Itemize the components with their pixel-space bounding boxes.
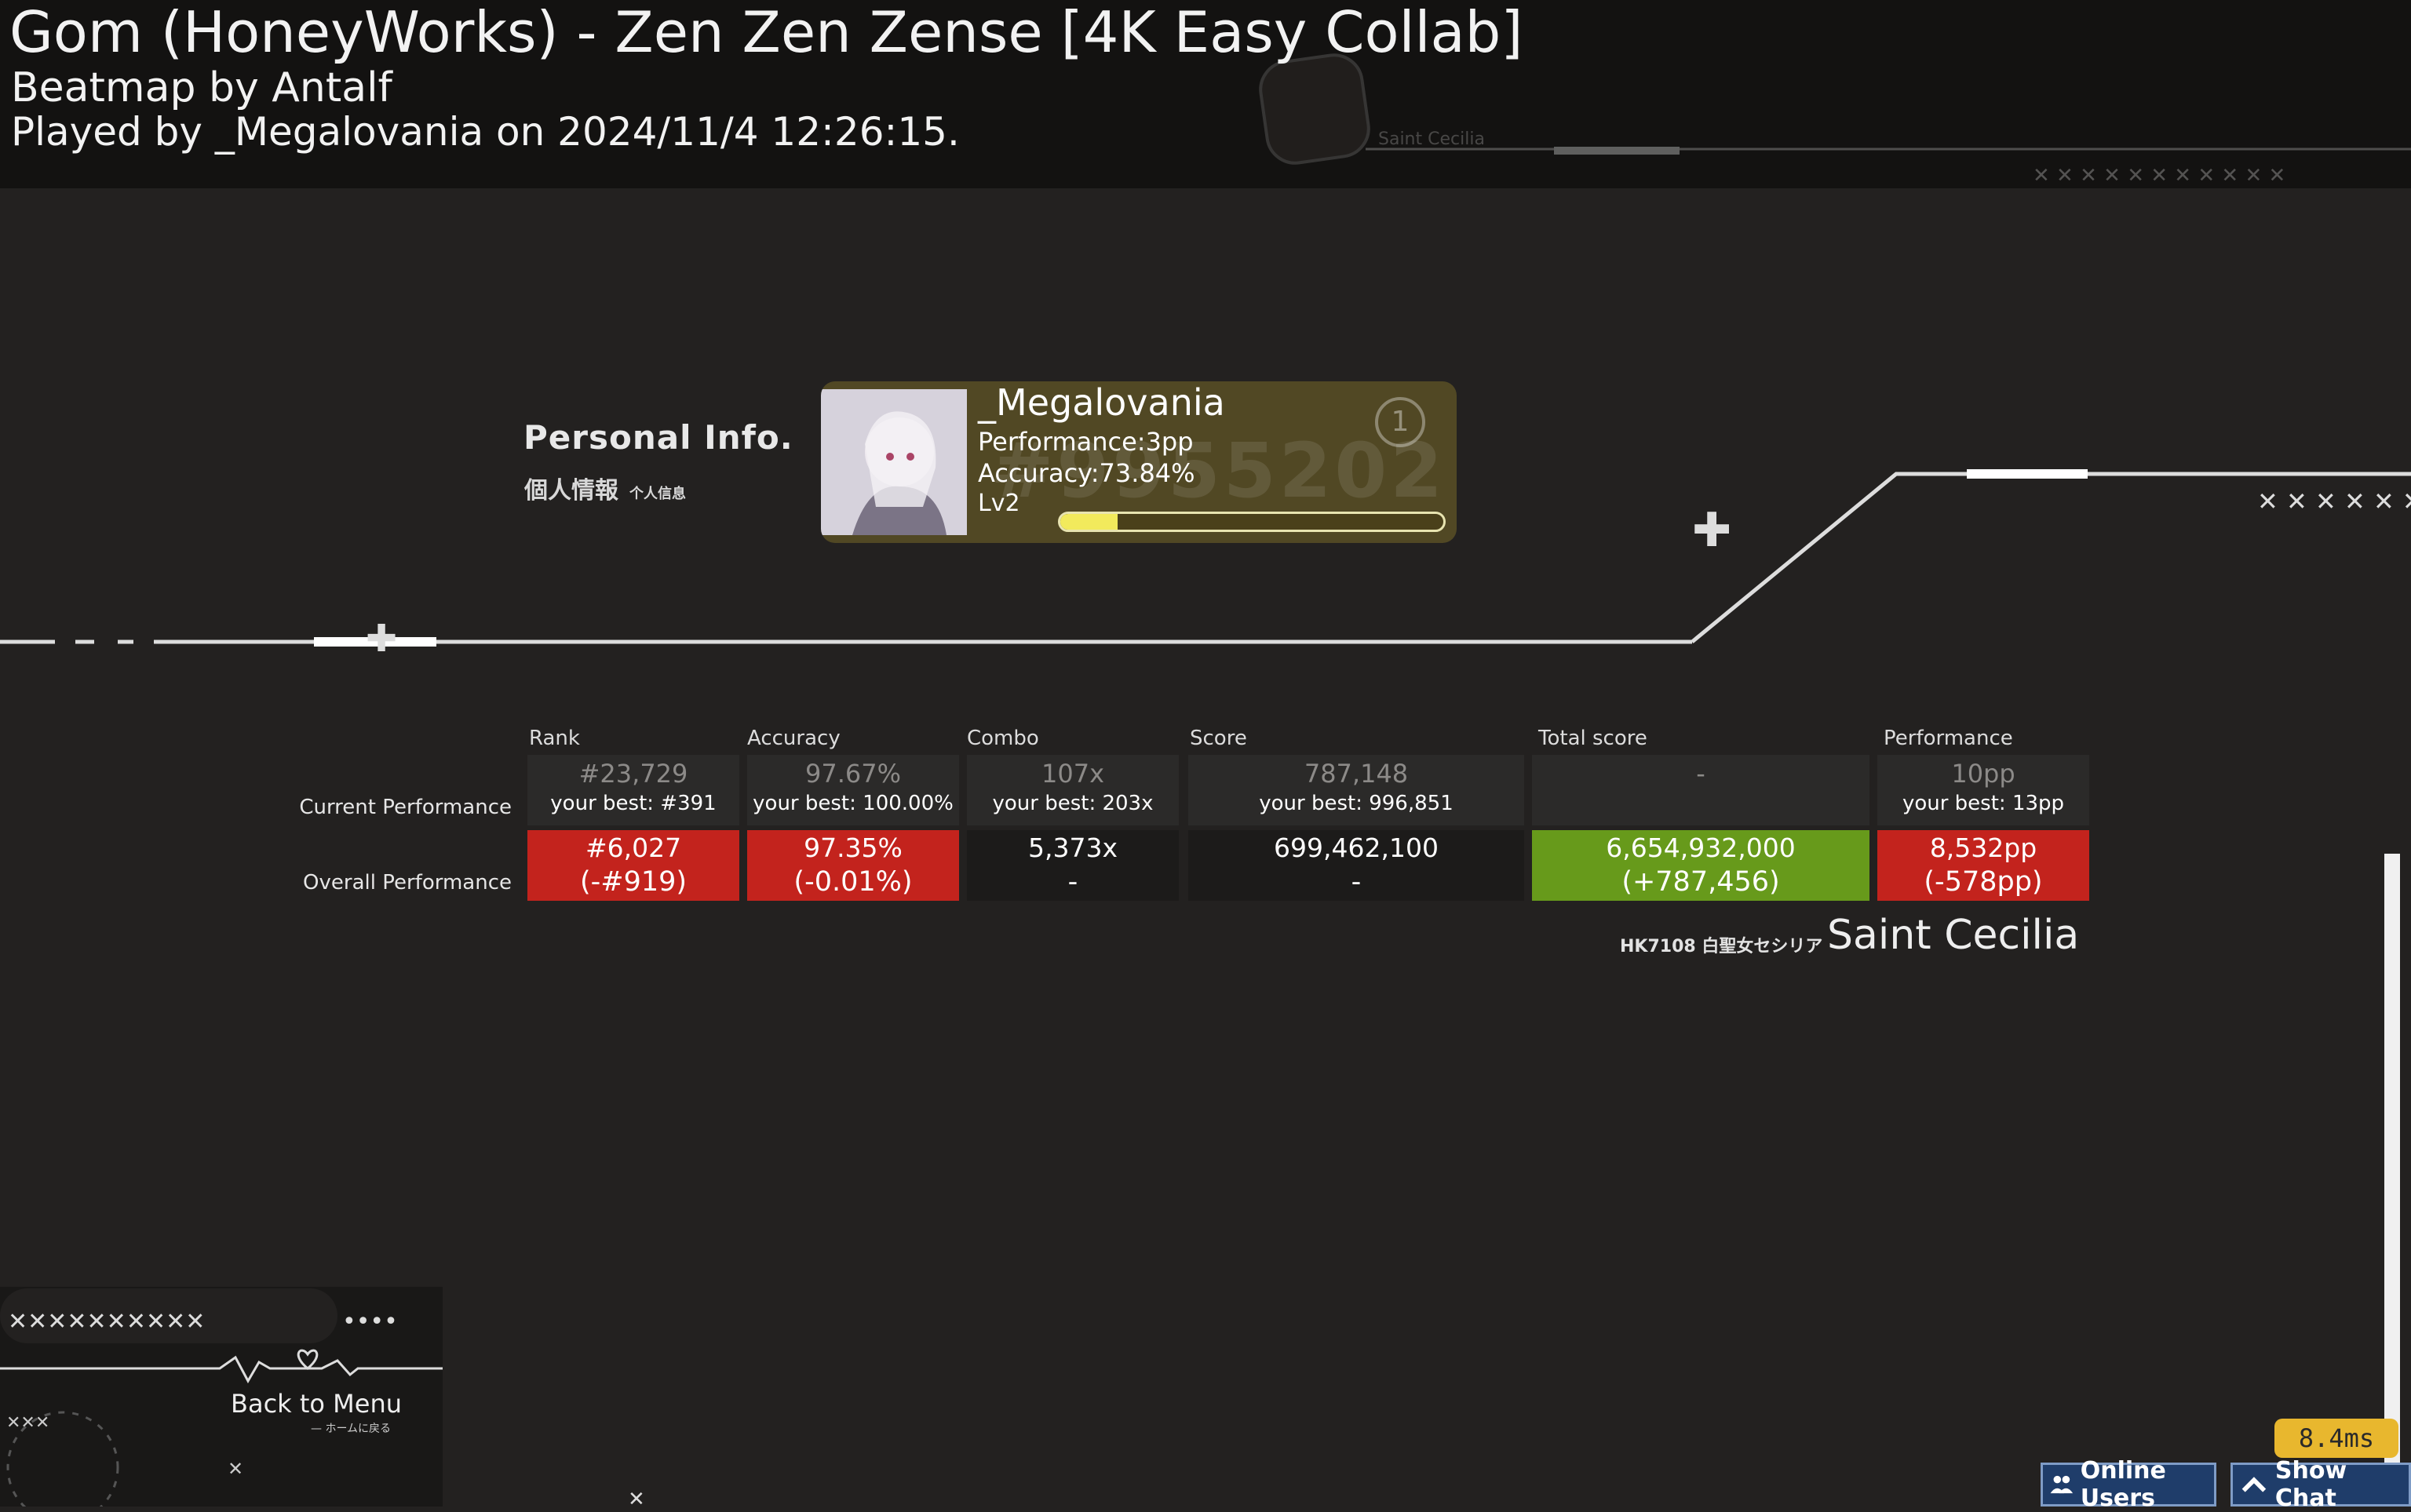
users-icon bbox=[2050, 1475, 2074, 1494]
svg-text:✕ ✕ ✕ ✕ ✕ ✕: ✕ ✕ ✕ ✕ ✕ ✕ bbox=[2257, 486, 2411, 516]
heart-icon bbox=[297, 1349, 319, 1370]
decor-cross: ✕ bbox=[628, 1488, 645, 1511]
show-chat-button[interactable]: Show Chat bbox=[2230, 1457, 2411, 1512]
accuracy-overall: 97.35% bbox=[804, 833, 903, 863]
rank-overall-cell: #6,027 (-#919) bbox=[527, 830, 739, 901]
rank-overall: #6,027 bbox=[585, 833, 682, 863]
accuracy-overall-cell: 97.35% (-0.01%) bbox=[747, 830, 959, 901]
level-progress-fill bbox=[1060, 514, 1118, 530]
rank-delta: (-#919) bbox=[579, 866, 688, 898]
score-overall-cell: 699,462,100 - bbox=[1188, 830, 1524, 901]
score-current: 787,148 bbox=[1304, 759, 1409, 789]
avatar[interactable] bbox=[821, 389, 967, 535]
performance-overall: 8,532pp bbox=[1929, 833, 2037, 863]
level-progress-bar bbox=[1058, 512, 1446, 532]
personal-info-subtitle-small: 个人信息 bbox=[629, 486, 686, 502]
combo-current: 107x bbox=[1041, 759, 1104, 789]
show-chat-label: Show Chat bbox=[2274, 1457, 2347, 1512]
score-current-cell: 787,148 your best: 996,851 bbox=[1188, 755, 1524, 825]
personal-info-subtitle: 個人情報 个人信息 bbox=[524, 471, 686, 505]
total-score-current-cell: - bbox=[1532, 755, 1869, 825]
header-bar: ✕ ✕ ✕ ✕ ✕ ✕ ✕ ✕ ✕ ✕ ✕ Saint Cecilia Gom … bbox=[0, 0, 2411, 188]
combo-overall-cell: 5,373x - bbox=[967, 830, 1179, 901]
col-header-score: Score bbox=[1190, 727, 1247, 750]
svg-text:••••: •••• bbox=[342, 1308, 398, 1335]
user-performance: Performance:3pp bbox=[978, 427, 1194, 457]
online-users-button[interactable]: Online Users bbox=[2041, 1457, 2216, 1512]
personal-info-title: Personal Info. bbox=[523, 418, 793, 457]
combo-delta: - bbox=[1067, 866, 1078, 898]
play-info: Played by _Megalovania on 2024/11/4 12:2… bbox=[11, 109, 960, 155]
plus-icon: ✚ bbox=[1692, 503, 1731, 558]
online-users-label: Online Users bbox=[2080, 1457, 2166, 1512]
col-header-combo: Combo bbox=[967, 727, 1039, 750]
performance-delta: (-578pp) bbox=[1924, 866, 2043, 898]
user-card[interactable]: #9955202 _Megalovania Performance:3pp Ac… bbox=[821, 381, 1457, 543]
svg-text:✕✕✕: ✕✕✕ bbox=[6, 1413, 49, 1433]
col-header-performance: Performance bbox=[1884, 727, 2013, 750]
score-overall: 699,462,100 bbox=[1274, 833, 1439, 863]
accuracy-current: 97.67% bbox=[804, 759, 901, 789]
sponsor-small-text: HK7108 白聖女セシリア bbox=[1620, 937, 1823, 956]
latency-badge: 8.4ms bbox=[2274, 1419, 2398, 1458]
personal-info-subtitle-jp: 個人情報 bbox=[524, 477, 618, 505]
beatmap-title: Gom (HoneyWorks) - Zen Zen Zense [4K Eas… bbox=[9, 0, 1523, 65]
total-score-overall: 6,654,932,000 bbox=[1606, 833, 1796, 863]
score-delta: - bbox=[1351, 866, 1362, 898]
svg-text:✕: ✕ bbox=[228, 1458, 243, 1480]
score-best: your best: 996,851 bbox=[1259, 792, 1454, 815]
sponsor-logo-text: Saint Cecilia bbox=[1827, 912, 2080, 959]
overall-performance-label: Overall Performance bbox=[303, 871, 512, 894]
chevron-up-icon bbox=[2241, 1477, 2267, 1492]
beatmap-mapper: Beatmap by Antalf bbox=[11, 64, 392, 111]
performance-current: 10pp bbox=[1951, 759, 2015, 789]
svg-text:✚: ✚ bbox=[366, 617, 397, 661]
col-header-rank: Rank bbox=[529, 727, 580, 750]
back-to-menu-panel[interactable]: ✕✕✕✕✕✕✕✕✕✕ •••• ✕✕✕ ✕ Back to Menu — ホーム… bbox=[0, 1287, 443, 1507]
total-score-overall-cell: 6,654,932,000 (+787,456) bbox=[1532, 830, 1869, 901]
performance-current-cell: 10pp your best: 13pp bbox=[1877, 755, 2089, 825]
svg-text:✕✕✕✕✕✕✕✕✕✕: ✕✕✕✕✕✕✕✕✕✕ bbox=[8, 1308, 205, 1335]
header-bg-tag: Saint Cecilia bbox=[1378, 129, 1485, 149]
current-performance-label: Current Performance bbox=[299, 796, 512, 819]
scrollbar[interactable] bbox=[2384, 854, 2400, 1507]
total-score-current: - bbox=[1696, 759, 1705, 789]
svg-text:✕ ✕ ✕ ✕ ✕ ✕ ✕ ✕ ✕ ✕ ✕: ✕ ✕ ✕ ✕ ✕ ✕ ✕ ✕ ✕ ✕ ✕ bbox=[2033, 164, 2285, 188]
user-accuracy: Accuracy:73.84% bbox=[978, 458, 1195, 488]
total-score-delta: (+787,456) bbox=[1621, 866, 1780, 898]
user-level: Lv2 bbox=[978, 490, 1020, 517]
back-to-menu-sublabel: — ホームに戻る bbox=[311, 1423, 392, 1435]
col-header-total-score: Total score bbox=[1538, 727, 1647, 750]
accuracy-current-cell: 97.67% your best: 100.00% bbox=[747, 755, 959, 825]
combo-overall: 5,373x bbox=[1027, 833, 1118, 863]
username: _Megalovania bbox=[978, 381, 1225, 424]
accuracy-best: your best: 100.00% bbox=[753, 792, 954, 815]
back-to-menu-label[interactable]: Back to Menu bbox=[231, 1389, 402, 1419]
performance-best: your best: 13pp bbox=[1902, 792, 2065, 815]
performance-overall-cell: 8,532pp (-578pp) bbox=[1877, 830, 2089, 901]
combo-best: your best: 203x bbox=[992, 792, 1154, 815]
col-header-accuracy: Accuracy bbox=[747, 727, 841, 750]
rank-current-cell: #23,729 your best: #391 bbox=[527, 755, 739, 825]
rank-current: #23,729 bbox=[578, 759, 688, 789]
accuracy-delta: (-0.01%) bbox=[793, 866, 913, 898]
combo-current-cell: 107x your best: 203x bbox=[967, 755, 1179, 825]
rank-best: your best: #391 bbox=[550, 792, 717, 815]
rank-badge: 1 bbox=[1375, 397, 1425, 447]
